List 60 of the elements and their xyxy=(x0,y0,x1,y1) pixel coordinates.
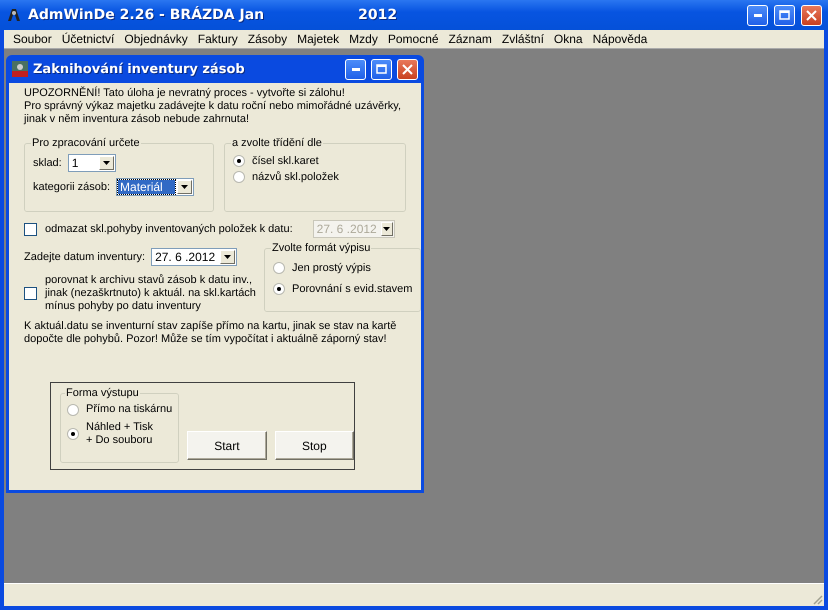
menu-item[interactable]: Soubor xyxy=(8,32,57,46)
category-dropdown[interactable]: Materiál xyxy=(116,178,194,196)
field-label: kategorii zásob: xyxy=(33,181,110,193)
close-icon xyxy=(402,64,413,74)
menu-item[interactable]: Mzdy xyxy=(344,32,383,46)
close-icon xyxy=(806,10,817,20)
menu-item[interactable]: Záznam xyxy=(444,32,497,46)
group-title: Pro zpracování určete xyxy=(31,137,141,149)
minimize-button[interactable] xyxy=(747,4,768,26)
menu-item[interactable]: Objednávky xyxy=(119,32,193,46)
date-dropdown[interactable]: 27. 6 .2012 xyxy=(151,248,238,266)
option-label: názvů skl.položek xyxy=(252,171,339,183)
group-title: a zvolte třídění dle xyxy=(231,137,323,149)
action-button[interactable]: Start xyxy=(187,431,267,460)
radio-button[interactable] xyxy=(67,428,79,440)
radio-button[interactable] xyxy=(233,171,245,183)
option-label: čísel skl.karet xyxy=(252,155,319,167)
app-logo-icon xyxy=(12,61,28,77)
dialog-title: Zaknihování inventury zásob xyxy=(33,62,245,76)
menu-item[interactable]: Faktury xyxy=(192,32,243,46)
maximize-icon xyxy=(376,64,387,74)
radio-button[interactable] xyxy=(273,262,285,274)
field-label: sklad: xyxy=(33,157,62,169)
field-label: Zadejte datum inventury: xyxy=(24,251,146,263)
checkbox[interactable] xyxy=(24,287,37,300)
warehouse-dropdown[interactable]: 1 xyxy=(68,154,116,172)
radio-button[interactable] xyxy=(67,404,79,416)
minimize-icon xyxy=(754,14,762,16)
checkbox-label: odmazat skl.pohyby inventovaných položek k datu: xyxy=(45,223,293,235)
menu-item[interactable]: Zvláštní xyxy=(496,32,549,46)
warning-text: UPOZORNĚNÍ! Tato úloha je nevratný proces - vytvořte si zálohu! Pro správný výkaz majetku zadávejte k datu roční nebo mimořádné uzávěrky, jinak v něm inventura zásob nebude zahrnuta! xyxy=(24,87,402,126)
checkbox-label: porovnat k archivu stavů zásob k datu inv., jinak (nezaškrtnuto) k aktuál. na skl.kartách mínus pohyby po datu inventury xyxy=(45,274,256,313)
app-title: AdmWinDe 2.26 - BRÁZDA Jan xyxy=(28,7,264,23)
maximize-button[interactable] xyxy=(371,58,392,80)
close-button[interactable] xyxy=(397,58,418,80)
radio-button[interactable] xyxy=(273,283,285,295)
radio-button[interactable] xyxy=(233,155,245,167)
close-button[interactable] xyxy=(801,4,822,26)
checkbox[interactable] xyxy=(24,222,37,236)
menu-item[interactable]: Zásoby xyxy=(242,32,292,46)
resize-grip-icon xyxy=(811,593,823,605)
menu-item[interactable]: Pomocné xyxy=(382,32,444,46)
app-logo-icon xyxy=(6,7,22,23)
option-label: Náhled + Tisk + Do souboru xyxy=(86,421,153,447)
option-label: Porovnání s evid.stavem xyxy=(292,283,412,295)
action-button[interactable]: Stop xyxy=(274,431,354,460)
menu-item[interactable]: Účetnictví xyxy=(56,32,120,46)
option-label: Jen prostý výpis xyxy=(292,262,371,274)
maximize-icon xyxy=(779,10,790,20)
menu-item[interactable]: Okna xyxy=(548,32,588,46)
group-title: Zvolte formát výpisu xyxy=(271,242,372,254)
year-label: 2012 xyxy=(358,7,398,23)
minimize-icon xyxy=(352,68,360,70)
option-label: Přímo na tiskárnu xyxy=(86,403,172,416)
minimize-button[interactable] xyxy=(345,58,366,80)
note-text: K aktuál.datu se inventurní stav zapíše přímo na kartu, jinak se stav na kartě dopočte dle pohybů. Pozor! Může se tím vypočítat i aktuálně záporný stav! xyxy=(24,320,398,346)
maximize-button[interactable] xyxy=(774,4,795,26)
group-title: Forma výstupu xyxy=(65,387,140,399)
menu-item[interactable]: Nápověda xyxy=(588,32,652,46)
menu-item[interactable]: Majetek xyxy=(292,32,344,46)
